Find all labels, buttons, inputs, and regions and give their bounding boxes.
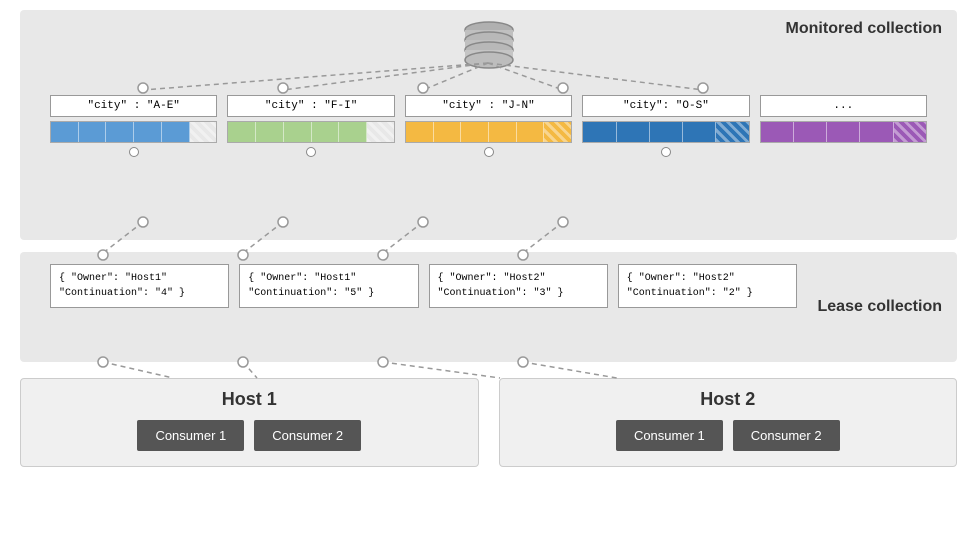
main-container: Monitored collection "city" : "A-E" [0,0,977,537]
block [617,122,650,142]
partition-box-etc: ... [760,95,927,143]
database-icon [459,18,519,76]
block [406,122,434,142]
monitored-section: Monitored collection "city" : "A-E" [20,10,957,240]
partition-label-etc: ... [760,95,927,117]
partition-blocks-etc [760,121,927,143]
block [461,122,489,142]
block [683,122,716,142]
host2-consumers: Consumer 1 Consumer 2 [515,420,942,451]
block [79,122,107,142]
block [339,122,367,142]
block-hatched [367,122,394,142]
partition-label-ae: "city" : "A-E" [50,95,217,117]
partition-blocks-ae [50,121,217,143]
block-hatched [544,122,571,142]
block [434,122,462,142]
partition-box-ae: "city" : "A-E" [50,95,217,157]
partition-blocks-os [582,121,749,143]
lease-boxes: { "Owner": "Host1""Continuation": "4" } … [50,264,797,308]
host1-title: Host 1 [36,389,463,410]
block-hatched [716,122,748,142]
block [489,122,517,142]
block [761,122,794,142]
partition-label-os: "city": "O-S" [582,95,749,117]
partition-dot-os [661,147,671,157]
partition-blocks-fi [227,121,394,143]
host1-consumers: Consumer 1 Consumer 2 [36,420,463,451]
block [860,122,893,142]
block [256,122,284,142]
monitored-label: Monitored collection [786,20,942,38]
partition-dot-jn [484,147,494,157]
partition-dot-fi [306,147,316,157]
block [827,122,860,142]
host2-consumer1-button[interactable]: Consumer 1 [616,420,723,451]
partition-container: "city" : "A-E" "city" : "F-I" [50,95,927,157]
block-hatched [190,122,217,142]
block [106,122,134,142]
host1-section: Host 1 Consumer 1 Consumer 2 [20,378,479,467]
host1-consumer1-button[interactable]: Consumer 1 [137,420,244,451]
block [134,122,162,142]
block [162,122,190,142]
block-hatched [894,122,926,142]
block [583,122,616,142]
hosts-container: Host 1 Consumer 1 Consumer 2 Host 2 Cons… [20,378,957,467]
block [312,122,340,142]
partition-dot-ae [129,147,139,157]
lease-box-3: { "Owner": "Host2""Continuation": "3" } [429,264,608,308]
lease-label: Lease collection [818,298,943,316]
partition-box-jn: "city" : "J-N" [405,95,572,157]
lease-box-4: { "Owner": "Host2""Continuation": "2" } [618,264,797,308]
host2-consumer2-button[interactable]: Consumer 2 [733,420,840,451]
lease-box-1: { "Owner": "Host1""Continuation": "4" } [50,264,229,308]
partition-box-os: "city": "O-S" [582,95,749,157]
lease-section: Lease collection { "Owner": "Host1""Cont… [20,252,957,362]
host2-section: Host 2 Consumer 1 Consumer 2 [499,378,958,467]
host1-consumer2-button[interactable]: Consumer 2 [254,420,361,451]
partition-label-jn: "city" : "J-N" [405,95,572,117]
block [228,122,256,142]
partition-blocks-jn [405,121,572,143]
block [794,122,827,142]
lease-box-2: { "Owner": "Host1""Continuation": "5" } [239,264,418,308]
partition-box-fi: "city" : "F-I" [227,95,394,157]
block [517,122,545,142]
block [51,122,79,142]
block [650,122,683,142]
host2-title: Host 2 [515,389,942,410]
block [284,122,312,142]
partition-label-fi: "city" : "F-I" [227,95,394,117]
